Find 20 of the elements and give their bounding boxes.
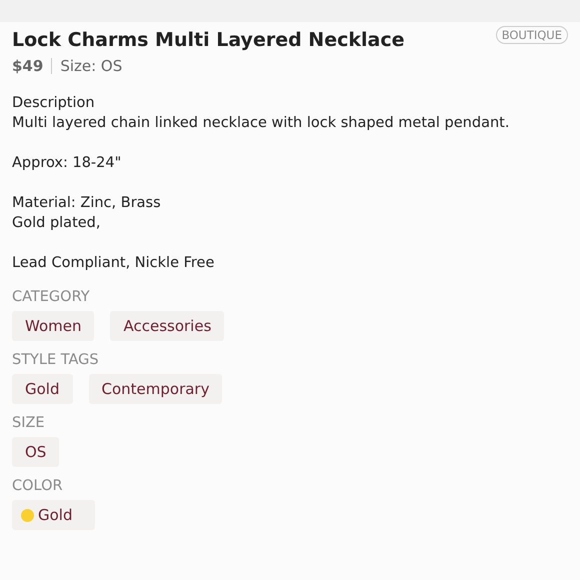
description-heading: Description	[12, 94, 96, 113]
product-title: Lock Charms Multi Layered Necklace	[12, 28, 404, 53]
tag-chip[interactable]: OS	[12, 437, 60, 467]
tag-chip[interactable]: Contemporary	[88, 374, 222, 404]
section-label: CATEGORY	[12, 288, 91, 307]
price: $49	[12, 56, 44, 76]
description-line: Material: Zinc, Brass	[12, 194, 162, 213]
section-label: COLOR	[12, 477, 64, 496]
description-line: Gold plated,	[12, 214, 102, 233]
tag-chip[interactable]: Accessories	[110, 311, 224, 341]
section-label: STYLE TAGS	[12, 351, 100, 370]
size-info: Size: OS	[60, 56, 122, 76]
section-label: SIZE	[12, 414, 46, 433]
tag-chip[interactable]: Gold	[12, 500, 94, 530]
boutique-badge: BOUTIQUE	[496, 26, 568, 44]
tag-chip[interactable]: Women	[12, 311, 94, 341]
description-line: Lead Compliant, Nickle Free	[12, 254, 216, 273]
description-line: Approx: 18-24"	[12, 154, 122, 173]
description-line: Multi layered chain linked necklace with lock shaped metal pendant.	[12, 114, 510, 133]
tag-chip[interactable]: Gold	[12, 374, 72, 404]
